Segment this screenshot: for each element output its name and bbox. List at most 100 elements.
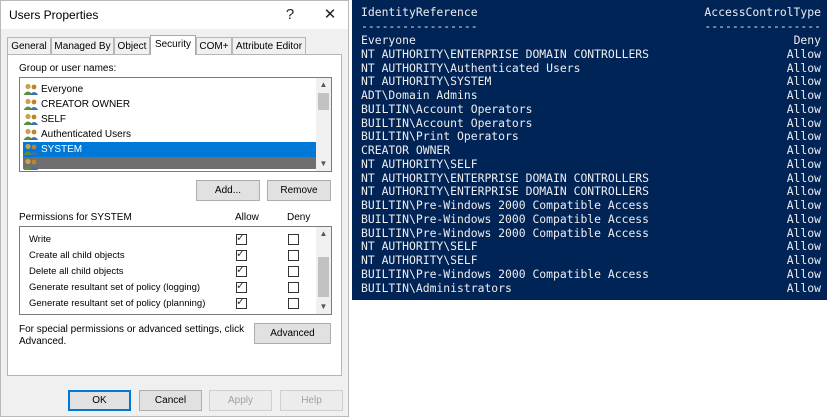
deny-checkbox[interactable] [288, 266, 299, 277]
identity-reference: NT AUTHORITY\ENTERPRISE DOMAIN CONTROLLE… [361, 170, 650, 185]
access-control-type: Allow [786, 115, 821, 130]
allow-checkbox[interactable]: ✓ [236, 232, 247, 245]
access-control-type: Allow [786, 74, 821, 89]
tab-com-plus[interactable]: COM+ [196, 37, 232, 54]
users-icon [23, 83, 39, 96]
allow-checkbox[interactable]: ✓ [236, 296, 247, 309]
deny-checkbox[interactable] [288, 298, 299, 309]
special-permissions-text-1: For special permissions or advanced sett… [19, 324, 245, 335]
console-row: BUILTIN\Print Operators Allow [361, 129, 821, 143]
scroll-down-icon[interactable]: ▼ [316, 157, 331, 171]
users-icon [23, 113, 39, 126]
underline-identity: ----------------- [361, 19, 478, 33]
groups-label: Group or user names: [19, 63, 117, 74]
console-row: BUILTIN\Pre-Windows 2000 Compatible Acce… [361, 226, 821, 240]
security-panel: Group or user names: Everyone CREATOR OW… [7, 54, 342, 376]
access-control-type: Allow [786, 46, 821, 61]
scroll-up-icon[interactable]: ▲ [316, 227, 331, 241]
console-header: IdentityReference AccessControlType [361, 5, 821, 19]
user-list[interactable]: Everyone CREATOR OWNER SELF Authenticate… [19, 77, 332, 172]
user-list-scrollbar[interactable]: ▲ ▼ [316, 78, 331, 171]
identity-reference: BUILTIN\Pre-Windows 2000 Compatible Acce… [361, 211, 650, 226]
user-list-item[interactable]: CREATOR OWNER [23, 97, 316, 112]
console-row: NT AUTHORITY\Authenticated Users Allow [361, 61, 821, 75]
user-name: Everyone [41, 84, 84, 95]
tab-object[interactable]: Object [114, 37, 150, 54]
user-list-item[interactable]: Everyone [23, 82, 316, 97]
allow-checkbox[interactable]: ✓ [236, 264, 247, 277]
console-row: NT AUTHORITY\SYSTEM Allow [361, 74, 821, 88]
remove-button[interactable]: Remove [267, 180, 331, 201]
help-title-button[interactable]: ? [273, 3, 307, 27]
identity-reference: NT AUTHORITY\SYSTEM [361, 74, 492, 89]
access-control-type: Allow [786, 225, 821, 240]
user-name: SELF [41, 114, 67, 125]
advanced-button[interactable]: Advanced [254, 323, 331, 344]
help-button[interactable]: Help [280, 390, 343, 411]
identity-reference: BUILTIN\Account Operators [361, 115, 533, 130]
permission-name: Create all child objects [29, 250, 125, 261]
console-row: BUILTIN\Pre-Windows 2000 Compatible Acce… [361, 198, 821, 212]
access-control-type: Allow [786, 198, 821, 212]
identity-reference: NT AUTHORITY\SELF [361, 253, 478, 267]
console-row: BUILTIN\Pre-Windows 2000 Compatible Acce… [361, 212, 821, 226]
tab-attribute-editor[interactable]: Attribute Editor [232, 37, 306, 54]
scroll-down-icon[interactable]: ▼ [316, 300, 331, 314]
console-row: NT AUTHORITY\ENTERPRISE DOMAIN CONTROLLE… [361, 47, 821, 61]
tab-managed-by[interactable]: Managed By [51, 37, 114, 54]
apply-button[interactable]: Apply [209, 390, 272, 411]
user-list-item-redacted[interactable] [23, 157, 316, 170]
tab-security[interactable]: Security [150, 35, 196, 55]
underline-access: ----------------- [704, 19, 821, 33]
permissions-scrollbar[interactable]: ▲ ▼ [316, 227, 331, 314]
identity-reference: BUILTIN\Print Operators [361, 129, 519, 144]
user-list-item-selected[interactable]: SYSTEM [23, 142, 316, 157]
identity-reference: BUILTIN\Pre-Windows 2000 Compatible Acce… [361, 198, 650, 212]
console-row: BUILTIN\Administrators Allow [361, 281, 821, 295]
powershell-output: IdentityReference AccessControlType -----… [352, 0, 827, 300]
title-bar: Users Properties ? ✕ [1, 1, 348, 29]
console-row: BUILTIN\Account Operators Allow [361, 102, 821, 116]
permission-row: Write ✓ [20, 232, 316, 248]
checkmark-icon: ✓ [236, 232, 246, 244]
users-icon [23, 143, 39, 156]
permission-row: Generate resultant set of policy (planni… [20, 296, 316, 312]
header-access: AccessControlType [704, 5, 821, 19]
deny-column-header: Deny [287, 212, 311, 223]
close-icon[interactable]: ✕ [313, 3, 347, 27]
identity-reference: Everyone [361, 33, 416, 47]
console-row: NT AUTHORITY\ENTERPRISE DOMAIN CONTROLLE… [361, 171, 821, 185]
scroll-up-icon[interactable]: ▲ [316, 78, 331, 92]
user-name: Authenticated Users [41, 129, 132, 140]
checkmark-icon: ✓ [236, 280, 246, 292]
console-row: Everyone Deny [361, 33, 821, 47]
cancel-button[interactable]: Cancel [139, 390, 202, 411]
access-control-type: Allow [786, 101, 821, 116]
user-list-item[interactable]: SELF [23, 112, 316, 127]
access-control-type: Allow [786, 129, 821, 144]
access-control-type: Allow [786, 239, 821, 254]
add-button[interactable]: Add... [196, 180, 260, 201]
deny-checkbox[interactable] [288, 234, 299, 245]
allow-column-header: Allow [235, 212, 259, 223]
user-list-item[interactable]: Authenticated Users [23, 127, 316, 142]
scroll-thumb[interactable] [318, 257, 329, 297]
console-row: NT AUTHORITY\ENTERPRISE DOMAIN CONTROLLE… [361, 184, 821, 198]
users-properties-dialog: Users Properties ? ✕ General Managed By … [0, 0, 349, 417]
identity-reference: NT AUTHORITY\Authenticated Users [361, 60, 581, 75]
permissions-list[interactable]: Write ✓ Create all child objects ✓ Delet… [19, 226, 332, 315]
deny-checkbox[interactable] [288, 282, 299, 293]
scroll-thumb[interactable] [318, 93, 329, 110]
console-underline: ----------------- ----------------- [361, 19, 821, 33]
access-control-type: Allow [786, 143, 821, 157]
access-control-type: Allow [786, 253, 821, 267]
access-control-type: Allow [786, 211, 821, 226]
allow-checkbox[interactable]: ✓ [236, 248, 247, 261]
tab-general[interactable]: General [7, 37, 51, 54]
access-control-type: Allow [786, 280, 821, 295]
allow-checkbox[interactable]: ✓ [236, 280, 247, 293]
deny-checkbox[interactable] [288, 250, 299, 261]
ok-button[interactable]: OK [68, 390, 131, 411]
console-row: BUILTIN\Pre-Windows 2000 Compatible Acce… [361, 267, 821, 281]
access-control-type: Allow [786, 170, 821, 185]
